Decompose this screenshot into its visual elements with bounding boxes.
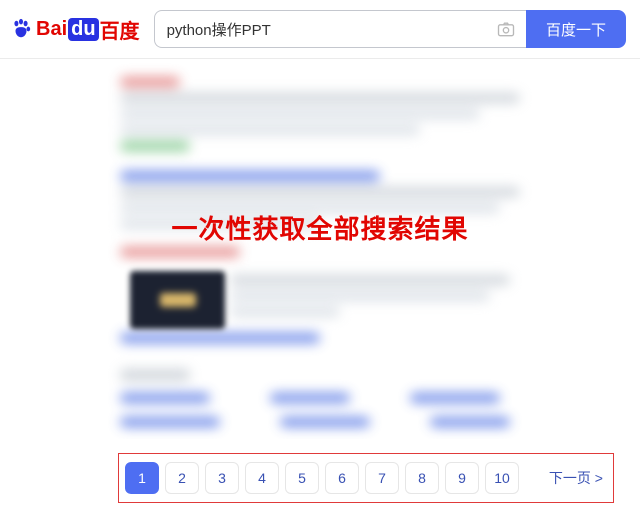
page-7-button[interactable]: 7 — [365, 462, 399, 494]
page-1-button[interactable]: 1 — [125, 462, 159, 494]
pagination: 1 2 3 4 5 6 7 8 9 10 下一页 > — [118, 453, 614, 503]
next-page-button[interactable]: 下一页 > — [545, 462, 607, 494]
overlay-caption: 一次性获取全部搜索结果 — [0, 209, 640, 246]
search-box — [154, 10, 526, 48]
page-9-button[interactable]: 9 — [445, 462, 479, 494]
baidu-logo[interactable]: Baidu百度 — [10, 15, 140, 44]
page-6-button[interactable]: 6 — [325, 462, 359, 494]
page-5-button[interactable]: 5 — [285, 462, 319, 494]
page-3-button[interactable]: 3 — [205, 462, 239, 494]
page-2-button[interactable]: 2 — [165, 462, 199, 494]
results-area: 一次性获取全部搜索结果 — [0, 59, 640, 439]
logo-text-du: du — [68, 18, 98, 41]
page-8-button[interactable]: 8 — [405, 462, 439, 494]
camera-icon[interactable] — [496, 19, 516, 39]
result-thumbnail — [130, 271, 225, 329]
search-input[interactable] — [165, 20, 496, 39]
paw-icon — [10, 18, 32, 40]
blurred-results — [120, 77, 620, 433]
search-wrap: 百度一下 — [154, 10, 626, 48]
logo-text-bai: Bai — [36, 18, 67, 41]
page-4-button[interactable]: 4 — [245, 462, 279, 494]
header: Baidu百度 百度一下 — [0, 0, 640, 59]
page-10-button[interactable]: 10 — [485, 462, 519, 494]
logo-text-cn: 百度 — [100, 15, 140, 44]
search-button[interactable]: 百度一下 — [526, 10, 626, 48]
